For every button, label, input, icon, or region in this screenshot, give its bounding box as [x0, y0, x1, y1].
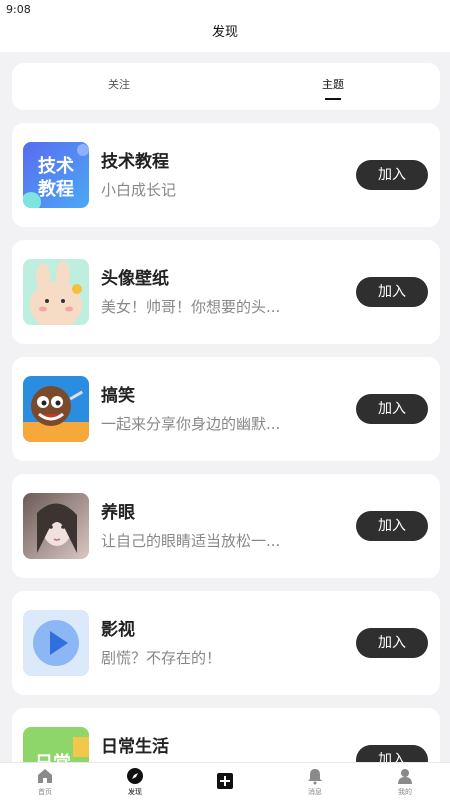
tabbar-home[interactable]: 首页: [0, 763, 90, 800]
status-bar: 9:08: [0, 0, 450, 18]
home-icon: [38, 769, 52, 783]
topic-title: 搞笑: [101, 386, 135, 406]
topic-subtitle: 让自己的眼睛适当放松一...: [101, 532, 281, 550]
bell-icon: [308, 769, 322, 785]
topic-card-avatar-wallpaper[interactable]: 头像壁纸 美女！帅哥！你想要的头... 加入: [12, 240, 440, 344]
tab-topics-label: 主题: [322, 78, 344, 91]
topic-thumbnail: [23, 259, 89, 325]
plus-square-icon: [217, 773, 233, 789]
join-button[interactable]: 加入: [356, 628, 428, 658]
join-button[interactable]: 加入: [356, 160, 428, 190]
topic-subtitle: 美女！帅哥！你想要的头...: [101, 298, 281, 316]
topic-thumbnail: [23, 376, 89, 442]
join-button[interactable]: 加入: [356, 511, 428, 541]
compass-icon: [127, 768, 143, 784]
tab-following[interactable]: 关注: [12, 63, 226, 110]
topic-card-film-tv[interactable]: 影视 剧慌？不存在的！ 加入: [12, 591, 440, 695]
topic-title: 日常生活: [101, 737, 169, 757]
tabbar-label: 首页: [38, 788, 52, 796]
thumb-text-2: 教程: [38, 178, 74, 200]
tab-bar: 关注 主题: [12, 63, 440, 110]
header: 发现: [0, 18, 450, 52]
topic-title: 头像壁纸: [101, 269, 169, 289]
tabbar-label: 消息: [308, 788, 322, 796]
join-button[interactable]: 加入: [356, 277, 428, 307]
topic-subtitle: 小白成长记: [101, 181, 177, 199]
topic-subtitle: 一起来分享你身边的幽默...: [101, 415, 281, 433]
topic-thumbnail: [23, 610, 89, 676]
topic-card-tech-tutorial[interactable]: 技术 教程 技术教程 小白成长记 加入: [12, 123, 440, 227]
bottom-tab-bar: 首页 发现 消息 我的: [0, 762, 450, 800]
tabbar-label: 发现: [128, 788, 142, 796]
tabbar-label: 我的: [398, 788, 412, 796]
tabbar-profile[interactable]: 我的: [360, 763, 450, 800]
user-icon: [398, 769, 412, 784]
tabbar-messages[interactable]: 消息: [270, 763, 360, 800]
tabbar-post[interactable]: [180, 763, 270, 800]
tabbar-discover[interactable]: 发现: [90, 763, 180, 800]
tab-topics[interactable]: 主题: [226, 63, 440, 110]
status-time: 9:08: [6, 3, 31, 16]
tab-following-label: 关注: [108, 78, 130, 91]
topic-subtitle: 剧慌？不存在的！: [101, 649, 222, 667]
topic-title: 养眼: [101, 503, 135, 523]
topic-thumbnail: 技术 教程: [23, 142, 89, 208]
thumb-text-1: 技术: [38, 155, 74, 177]
page-title: 发现: [211, 25, 238, 40]
topic-card-eye-candy[interactable]: 养眼 让自己的眼睛适当放松一... 加入: [12, 474, 440, 578]
topic-title: 影视: [101, 620, 135, 640]
active-tab-indicator: [325, 98, 341, 100]
topic-title: 技术教程: [101, 152, 169, 172]
join-button[interactable]: 加入: [356, 394, 428, 424]
topic-thumbnail: [23, 493, 89, 559]
topic-card-funny[interactable]: 搞笑 一起来分享你身边的幽默... 加入: [12, 357, 440, 461]
